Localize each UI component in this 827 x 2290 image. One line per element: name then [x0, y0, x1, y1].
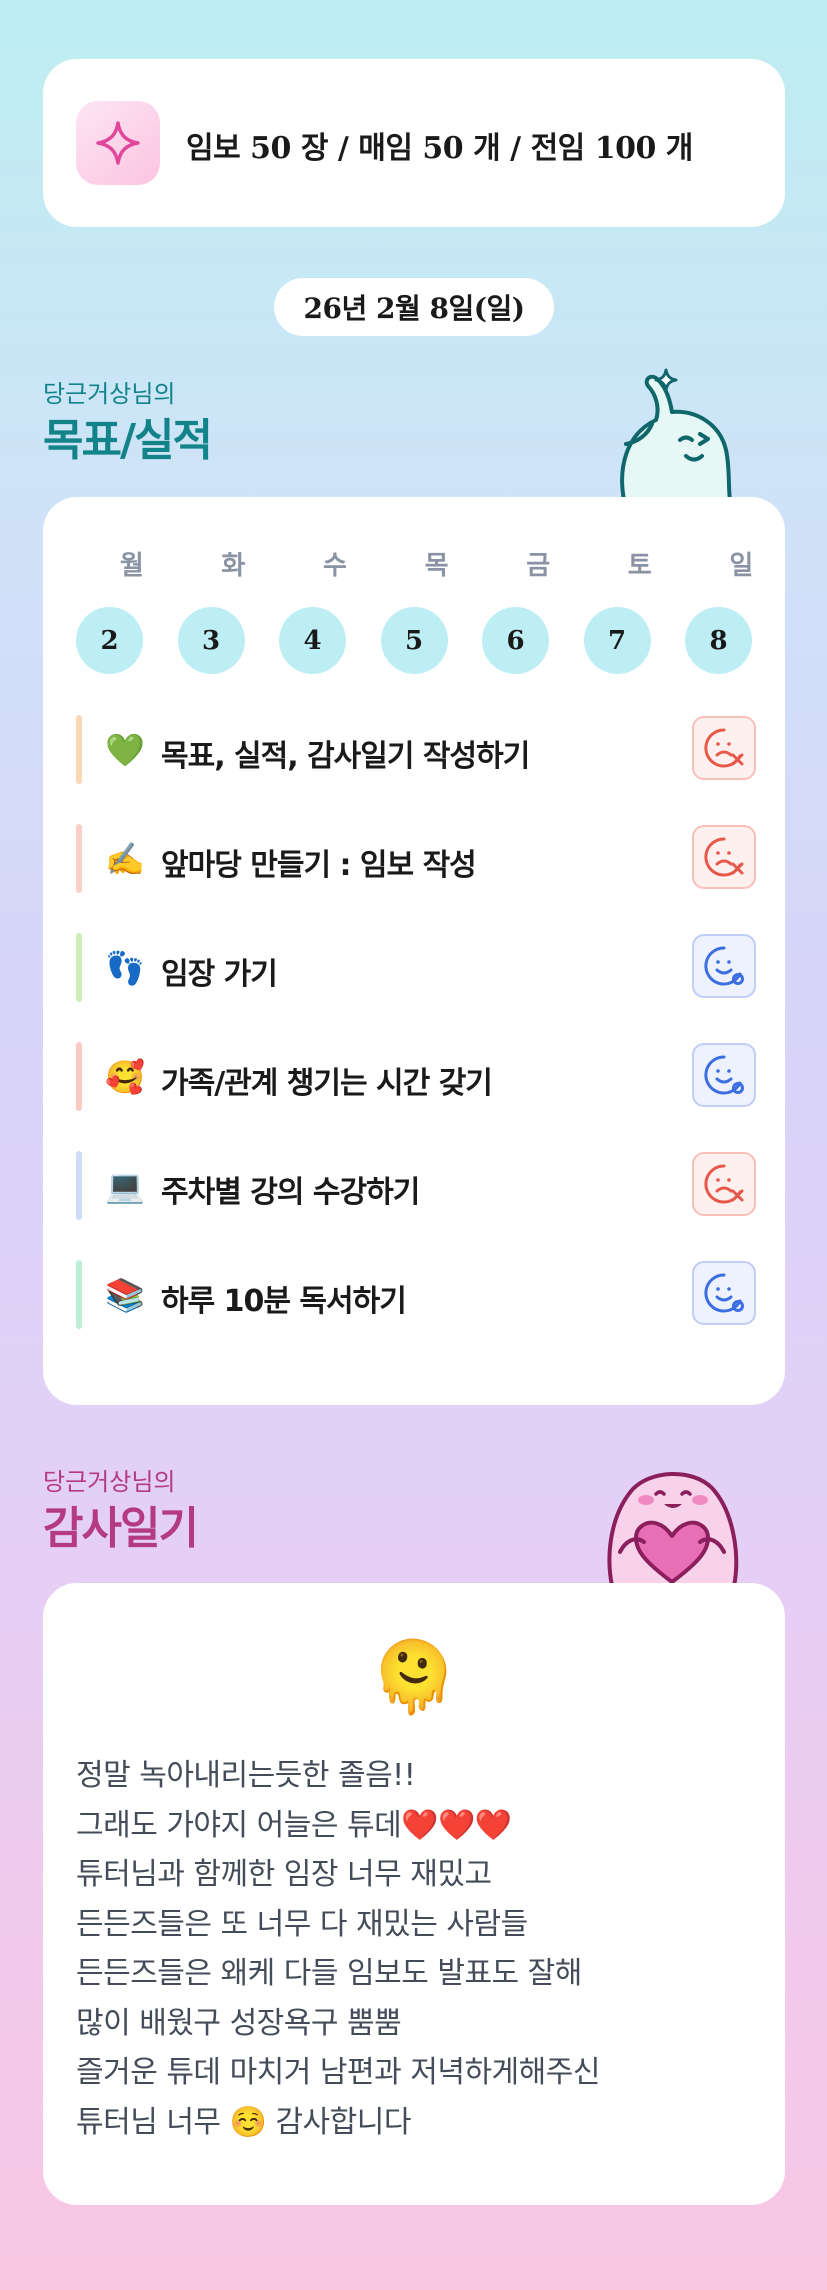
weekday-label: 화	[221, 551, 246, 581]
task-row: 🥰 가족/관계 챙기는 시간 갖기	[76, 1042, 756, 1111]
task-emoji: 💚	[105, 731, 145, 769]
sparkle-icon	[96, 121, 140, 165]
happy-face-o-icon[interactable]	[692, 1261, 756, 1325]
diary-line: 그래도 가야지 어늘은 튜데❤️❤️❤️	[76, 1807, 512, 1843]
weekday-label: 수	[323, 551, 347, 581]
sad-face-x-icon[interactable]	[692, 825, 756, 889]
task-label: 가족/관계 챙기는 시간 갖기	[161, 1066, 493, 1101]
task-emoji: 💻	[105, 1167, 145, 1205]
weekday-label: 일	[729, 551, 754, 581]
day-circle[interactable]: 2	[76, 607, 143, 674]
sparkle-icon-box	[76, 101, 160, 185]
diary-line: 든든즈들은 왜케 다들 임보도 발표도 잘해	[76, 1956, 582, 1991]
day-circle[interactable]: 4	[279, 607, 346, 674]
task-color-bar	[76, 933, 82, 1002]
task-emoji: ✍️	[105, 840, 145, 878]
task-color-bar	[76, 1042, 82, 1111]
task-color-bar	[76, 824, 82, 893]
task-color-bar	[76, 1151, 82, 1220]
melting-face-emoji: 🫠	[370, 1636, 458, 1718]
task-row: 💻 주차별 강의 수강하기	[76, 1151, 756, 1220]
task-label: 하루 10분 독서하기	[161, 1284, 407, 1319]
task-row: 👣 임장 가기	[76, 933, 756, 1002]
task-color-bar	[76, 715, 82, 784]
diary-line: 튜터님과 함께한 임장 너무 재밌고	[76, 1857, 492, 1892]
task-row: ✍️ 앞마당 만들기 : 임보 작성	[76, 824, 756, 893]
heart-hugging-mascot	[607, 1472, 739, 1586]
diary-line: 든든즈들은 또 너무 다 재밌는 사람들	[76, 1906, 528, 1942]
happy-face-o-icon[interactable]	[692, 934, 756, 998]
goal-summary-card: 임보 50 장 / 매임 50 개 / 전임 100 개	[43, 59, 785, 227]
day-circle[interactable]: 3	[177, 607, 245, 674]
task-row: 📚 하루 10분 독서하기	[76, 1260, 756, 1329]
task-emoji: 👣	[105, 949, 145, 987]
task-emoji: 🥰	[105, 1058, 145, 1096]
goal-summary-text: 임보 50 장 / 매임 50 개 / 전임 100 개	[186, 131, 693, 166]
date-pill: 26년 2월 8일(일)	[274, 278, 554, 336]
task-emoji: 📚	[105, 1276, 145, 1314]
happy-face-o-icon[interactable]	[692, 1043, 756, 1107]
task-label: 앞마당 만들기 : 임보 작성	[161, 848, 477, 883]
weekday-label: 금	[526, 551, 551, 581]
weekday-label: 목	[424, 551, 449, 581]
diary-line: 튜터님 너무 ☺️ 감사합니다	[76, 2104, 411, 2140]
sad-face-x-icon[interactable]	[692, 716, 756, 780]
sad-face-x-icon[interactable]	[692, 1152, 756, 1216]
waving-mascot	[620, 368, 732, 500]
day-circle[interactable]: 6	[482, 607, 549, 674]
task-label: 목표, 실적, 감사일기 작성하기	[161, 739, 530, 774]
day-circle[interactable]: 5	[380, 607, 448, 674]
goals-section-title: 목표/실적	[43, 415, 213, 466]
diary-line: 즐거운 튜데 마치거 남편과 저녁하게해주신	[76, 2055, 600, 2090]
task-label: 주차별 강의 수강하기	[161, 1175, 420, 1210]
diary-section-title: 감사일기	[43, 1503, 199, 1554]
task-color-bar	[76, 1260, 82, 1329]
diary-line: 많이 배웠구 성장욕구 뿜뿜	[76, 2005, 402, 2041]
day-circle[interactable]: 7	[583, 607, 651, 674]
gratitude-diary-card: 🫠 정말 녹아내리는듯한 졸음!! 그래도 가야지 어늘은 튜데❤️❤️❤️ 튜…	[43, 1583, 785, 2205]
diary-text: 정말 녹아내리는듯한 졸음!! 그래도 가야지 어늘은 튜데❤️❤️❤️ 튜터님…	[76, 1751, 600, 2147]
diary-line: 정말 녹아내리는듯한 졸음!!	[76, 1758, 416, 1793]
weekday-label: 월	[119, 551, 144, 581]
task-row: 💚 목표, 실적, 감사일기 작성하기	[76, 715, 756, 784]
goals-card: 월 화 수 목 금 토 일 2 3 4 5 6 7 8 💚 목표, 실적, 감사일…	[43, 497, 785, 1405]
day-circle[interactable]: 8	[685, 607, 752, 674]
task-list: 💚 목표, 실적, 감사일기 작성하기 ✍️ 앞마당 만들기 : 임보 작성 👣 임장 가…	[76, 715, 756, 1369]
day-row: 2 3 4 5 6 7 8	[76, 607, 752, 674]
task-label: 임장 가기	[161, 957, 278, 992]
weekday-label: 토	[627, 551, 652, 581]
weekday-row: 월 화 수 목 금 토 일	[81, 545, 792, 582]
